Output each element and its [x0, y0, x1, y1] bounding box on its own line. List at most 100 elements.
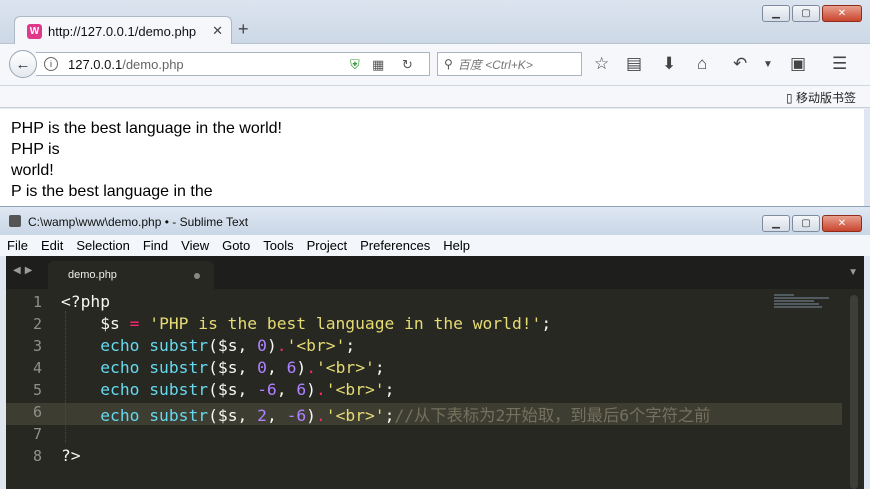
tab-title: http://127.0.0.1/demo.php [48, 23, 197, 39]
sublime-window-controls: ▁ ▢ ✕ [762, 215, 862, 232]
code-keyword: echo [100, 358, 140, 377]
wamp-favicon-icon: W [27, 23, 42, 39]
code-string: '<br>' [325, 380, 385, 399]
search-icon: ⚲ [444, 57, 453, 71]
mobile-bookmarks[interactable]: ▯ 移动版书签 [786, 89, 856, 106]
sublime-logo-icon [9, 215, 21, 227]
hamburger-menu-icon[interactable]: ☰ [832, 54, 847, 74]
tab-close-icon[interactable]: ✕ [212, 23, 223, 39]
menu-edit[interactable]: Edit [41, 235, 63, 256]
url-host: 127.0.0.1 [68, 56, 123, 72]
url-text: 127.0.0.1/demo.php [68, 57, 184, 72]
code-function: substr [149, 380, 209, 399]
editor-tab-bar: ◀▶ demo.php ▼ [6, 256, 864, 289]
reload-icon[interactable]: ↻ [402, 57, 413, 73]
code-punct: , [266, 406, 277, 425]
new-tab-icon[interactable]: + [238, 19, 249, 40]
code-function: substr [149, 358, 209, 377]
code-number: -6 [286, 406, 307, 425]
menu-bar: File Edit Selection Find View Goto Tools… [0, 235, 870, 256]
code-operator: . [276, 336, 287, 355]
shield-icon[interactable]: ⛨ [350, 57, 360, 73]
line-number: 6 [32, 403, 42, 421]
menu-preferences[interactable]: Preferences [360, 235, 430, 256]
code-string: '<br>' [316, 358, 375, 377]
menu-help[interactable]: Help [443, 235, 470, 256]
menu-goto[interactable]: Goto [222, 235, 250, 256]
browser-window-controls: ▁ ▢ ✕ [762, 5, 862, 22]
back-arrow-icon: ← [15, 55, 31, 73]
site-info-icon[interactable]: i [44, 57, 58, 71]
output-line: P is the best language in the [11, 183, 213, 200]
code-string: '<br>' [325, 406, 385, 425]
back-button[interactable]: ← [9, 50, 37, 78]
search-box[interactable]: ⚲ 百度 <Ctrl+K> [437, 52, 582, 76]
code-operator: . [306, 358, 316, 377]
tab-scroll-arrows-icon[interactable]: ◀▶ [13, 265, 36, 276]
code-number: 2 [257, 406, 267, 425]
bookmarks-bar: ▯ 移动版书签 [0, 86, 870, 108]
reader-view-icon[interactable]: ▣ [790, 54, 806, 74]
qr-code-icon[interactable]: ▦ [372, 57, 384, 73]
reading-list-icon[interactable]: ▤ [626, 54, 642, 74]
php-open-tag: <?php [61, 292, 111, 311]
code-number: 6 [286, 358, 297, 377]
menu-project[interactable]: Project [307, 235, 347, 256]
browser-edge [864, 109, 870, 206]
line-number: 2 [32, 315, 42, 333]
code-string: '<br>' [286, 336, 346, 355]
tab-list-dropdown-icon[interactable]: ▼ [848, 267, 858, 278]
code-keyword: echo [100, 336, 140, 355]
code-operator: = [129, 314, 140, 333]
menu-file[interactable]: File [7, 235, 28, 256]
dropdown-arrow-icon[interactable]: ▼ [763, 59, 773, 70]
menu-view[interactable]: View [181, 235, 209, 256]
menu-tools[interactable]: Tools [263, 235, 293, 256]
line-number: 4 [32, 359, 42, 377]
home-icon[interactable]: ⌂ [697, 54, 707, 74]
maximize-button[interactable]: ▢ [792, 215, 820, 232]
code-keyword: echo [100, 406, 140, 425]
code-variable: $s [217, 380, 238, 399]
code-punct: , [237, 358, 248, 377]
code-number: -6 [257, 380, 277, 399]
code-line: echo substr($s, 0).'<br>'; [100, 336, 356, 355]
minimize-button[interactable]: ▁ [762, 5, 790, 22]
minimize-button[interactable]: ▁ [762, 215, 790, 232]
browser-tab[interactable]: W http://127.0.0.1/demo.php ✕ [14, 16, 232, 45]
phone-icon: ▯ [786, 91, 793, 105]
bookmark-star-icon[interactable]: ☆ [594, 54, 609, 74]
code-editor[interactable]: 1 2 3 4 5 6 7 8 <?php $s = 'PHP is the b… [6, 289, 864, 489]
code-punct: ; [541, 314, 552, 333]
close-button[interactable]: ✕ [822, 5, 862, 22]
sublime-titlebar: C:\wamp\www\demo.php • - Sublime Text ▁ … [0, 207, 870, 235]
close-button[interactable]: ✕ [822, 215, 862, 232]
sublime-window: C:\wamp\www\demo.php • - Sublime Text ▁ … [0, 206, 870, 489]
code-variable: $s [217, 336, 238, 355]
undo-icon[interactable]: ↶ [733, 54, 747, 74]
minimap[interactable] [774, 294, 834, 310]
code-line: echo substr($s, 0, 6).'<br>'; [100, 358, 385, 377]
code-line: $s = 'PHP is the best language in the wo… [61, 314, 551, 333]
search-placeholder: 百度 <Ctrl+K> [457, 57, 533, 72]
browser-window: ▁ ▢ ✕ W http://127.0.0.1/demo.php ✕ + i … [0, 0, 870, 206]
code-comment: //从下表标为2开始取，到最后6个字符之前 [394, 406, 711, 425]
editor-tab[interactable]: demo.php [48, 261, 214, 289]
code-variable: $s [217, 358, 238, 377]
url-bar[interactable]: i 127.0.0.1/demo.php ⛨ ▦ ↻ [36, 52, 430, 76]
code-variable: $s [217, 406, 238, 425]
url-path: /demo.php [122, 56, 184, 72]
output-line: world! [11, 162, 54, 179]
maximize-button[interactable]: ▢ [792, 5, 820, 22]
code-line: ?> [61, 446, 81, 465]
vertical-scrollbar[interactable] [850, 295, 858, 489]
output-line: PHP is the best language in the world! [11, 120, 282, 137]
line-number: 8 [32, 447, 42, 465]
line-number: 7 [32, 425, 42, 443]
code-line: <?php [61, 292, 110, 311]
unsaved-dot-icon[interactable] [194, 273, 200, 279]
menu-selection[interactable]: Selection [76, 235, 129, 256]
download-icon[interactable]: ⬇ [662, 54, 676, 74]
output-line: PHP is [11, 141, 60, 158]
menu-find[interactable]: Find [143, 235, 168, 256]
